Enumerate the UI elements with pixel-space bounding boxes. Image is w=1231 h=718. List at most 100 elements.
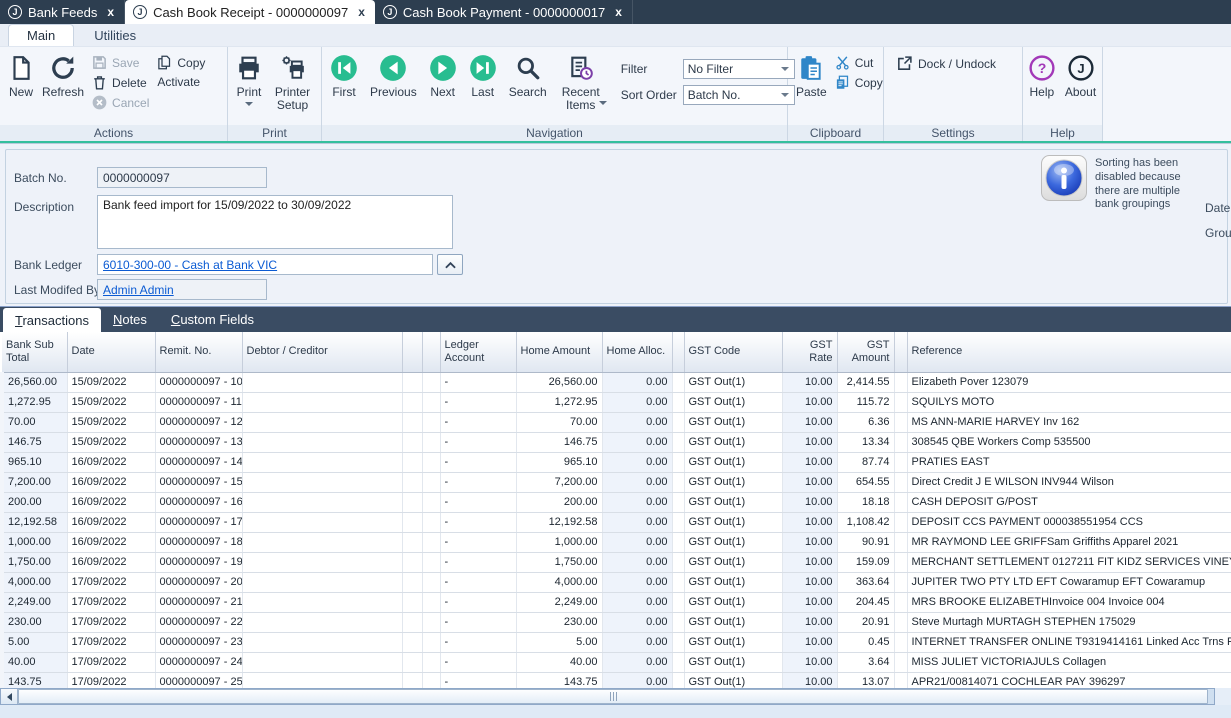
cell-remit-no[interactable]: 0000000097 - 16 xyxy=(155,492,242,512)
cell-home-alloc[interactable]: 0.00 xyxy=(602,592,672,612)
delete-button[interactable]: Delete xyxy=(92,75,149,90)
bank-ledger-link[interactable]: 6010-300-00 - Cash at Bank VIC xyxy=(103,258,277,272)
cell-debtor-creditor[interactable] xyxy=(242,372,402,392)
cell-gst-code[interactable]: GST Out(1) xyxy=(684,512,782,532)
cell-ledger-account[interactable]: - xyxy=(440,612,516,632)
cell-home-alloc[interactable]: 0.00 xyxy=(602,472,672,492)
cell-gst-amount[interactable]: 2,414.55 xyxy=(837,372,894,392)
cell-home-amount[interactable]: 200.00 xyxy=(516,492,602,512)
cell-date[interactable]: 15/09/2022 xyxy=(67,412,155,432)
cell-debtor-creditor[interactable] xyxy=(242,432,402,452)
cell-ledger-account[interactable]: - xyxy=(440,392,516,412)
cell-date[interactable]: 17/09/2022 xyxy=(67,612,155,632)
cell-gst-amount[interactable]: 363.64 xyxy=(837,572,894,592)
cell-ledger-account[interactable]: - xyxy=(440,652,516,672)
cell-gst-code[interactable]: GST Out(1) xyxy=(684,532,782,552)
table-row[interactable]: 1,000.0016/09/20220000000097 - 18-1,000.… xyxy=(2,532,1231,552)
cell-remit-no[interactable]: 0000000097 - 12 xyxy=(155,412,242,432)
cell-debtor-creditor[interactable] xyxy=(242,592,402,612)
cell-reference[interactable]: CASH DEPOSIT G/POST xyxy=(907,492,1231,512)
column-header-date[interactable]: Date xyxy=(67,332,155,372)
bank-ledger-field[interactable]: 6010-300-00 - Cash at Bank VIC xyxy=(97,254,433,275)
ribbon-tab-utilities[interactable]: Utilities xyxy=(76,25,154,46)
cell-gst-rate[interactable]: 10.00 xyxy=(782,372,837,392)
cut-button[interactable]: Cut xyxy=(835,55,883,70)
column-header-gst-amount[interactable]: GST Amount xyxy=(837,332,894,372)
cell-date[interactable]: 17/09/2022 xyxy=(67,572,155,592)
cell-home-alloc[interactable]: 0.00 xyxy=(602,572,672,592)
table-row[interactable]: 4,000.0017/09/20220000000097 - 20-4,000.… xyxy=(2,572,1231,592)
cell-bank-sub-total[interactable]: 1,750.00 xyxy=(2,552,67,572)
cell-reference[interactable]: Elizabeth Pover 123079 xyxy=(907,372,1231,392)
cell-debtor-creditor[interactable] xyxy=(242,392,402,412)
column-header-remit-no[interactable]: Remit. No. xyxy=(155,332,242,372)
cell-remit-no[interactable]: 0000000097 - 21 xyxy=(155,592,242,612)
cell-gst-rate[interactable]: 10.00 xyxy=(782,432,837,452)
cell-debtor-creditor[interactable] xyxy=(242,492,402,512)
cell-bank-sub-total[interactable]: 12,192.58 xyxy=(2,512,67,532)
cell-gst-amount[interactable]: 6.36 xyxy=(837,412,894,432)
cell-gst-code[interactable]: GST Out(1) xyxy=(684,432,782,452)
cell-home-amount[interactable]: 146.75 xyxy=(516,432,602,452)
cell-ledger-account[interactable]: - xyxy=(440,672,516,688)
cell-remit-no[interactable]: 0000000097 - 19 xyxy=(155,552,242,572)
ribbon-tab-main[interactable]: Main xyxy=(8,24,74,46)
cell-home-alloc[interactable]: 0.00 xyxy=(602,632,672,652)
cell-reference[interactable]: MERCHANT SETTLEMENT 0127211 FIT KIDZ SER… xyxy=(907,552,1231,572)
cell-reference[interactable]: SQUILYS MOTO xyxy=(907,392,1231,412)
cell-remit-no[interactable]: 0000000097 - 10 xyxy=(155,372,242,392)
table-row[interactable]: 965.1016/09/20220000000097 - 14-965.100.… xyxy=(2,452,1231,472)
cell-reference[interactable]: INTERNET TRANSFER ONLINE T9319414161 Lin… xyxy=(907,632,1231,652)
cell-gst-amount[interactable]: 3.64 xyxy=(837,652,894,672)
cell-remit-no[interactable]: 0000000097 - 14 xyxy=(155,452,242,472)
cell-gst-code[interactable]: GST Out(1) xyxy=(684,492,782,512)
column-header-home-alloc[interactable]: Home Alloc. xyxy=(602,332,672,372)
cell-gst-rate[interactable]: 10.00 xyxy=(782,672,837,688)
cell-remit-no[interactable]: 0000000097 - 24 xyxy=(155,652,242,672)
cell-gst-code[interactable]: GST Out(1) xyxy=(684,552,782,572)
cell-bank-sub-total[interactable]: 230.00 xyxy=(2,612,67,632)
cell-debtor-creditor[interactable] xyxy=(242,472,402,492)
last-button[interactable]: Last xyxy=(465,51,501,125)
column-header-ledger-account[interactable]: Ledger Account xyxy=(440,332,516,372)
refresh-button[interactable]: Refresh xyxy=(38,51,88,125)
cell-reference[interactable]: Steve Murtagh MURTAGH STEPHEN 175029 xyxy=(907,612,1231,632)
search-button[interactable]: Search xyxy=(505,51,551,125)
cell-home-alloc[interactable]: 0.00 xyxy=(602,612,672,632)
cell-home-alloc[interactable]: 0.00 xyxy=(602,552,672,572)
first-button[interactable]: First xyxy=(326,51,362,125)
cell-gst-rate[interactable]: 10.00 xyxy=(782,632,837,652)
previous-button[interactable]: Previous xyxy=(366,51,421,125)
cell-date[interactable]: 15/09/2022 xyxy=(67,372,155,392)
cell-bank-sub-total[interactable]: 143.75 xyxy=(2,672,67,688)
cell-bank-sub-total[interactable]: 4,000.00 xyxy=(2,572,67,592)
table-row[interactable]: 40.0017/09/20220000000097 - 24-40.000.00… xyxy=(2,652,1231,672)
cell-gst-rate[interactable]: 10.00 xyxy=(782,552,837,572)
cell-debtor-creditor[interactable] xyxy=(242,572,402,592)
cell-bank-sub-total[interactable]: 7,200.00 xyxy=(2,472,67,492)
column-header-bank-sub-total[interactable]: Bank Sub Total xyxy=(2,332,67,372)
cell-reference[interactable]: APR21/00814071 COCHLEAR PAY 396297 xyxy=(907,672,1231,688)
save-button[interactable]: Save xyxy=(92,55,149,70)
copy-button[interactable]: Copy xyxy=(157,55,205,70)
cell-gst-rate[interactable]: 10.00 xyxy=(782,572,837,592)
cell-date[interactable]: 16/09/2022 xyxy=(67,472,155,492)
cell-home-amount[interactable]: 1,000.00 xyxy=(516,532,602,552)
cell-gst-rate[interactable]: 10.00 xyxy=(782,532,837,552)
table-row[interactable]: 1,750.0016/09/20220000000097 - 19-1,750.… xyxy=(2,552,1231,572)
cell-remit-no[interactable]: 0000000097 - 18 xyxy=(155,532,242,552)
copy-button[interactable]: Copy xyxy=(835,75,883,90)
cell-home-amount[interactable]: 1,750.00 xyxy=(516,552,602,572)
tab-transactions[interactable]: Transactions xyxy=(3,308,101,332)
cell-home-amount[interactable]: 230.00 xyxy=(516,612,602,632)
help-button[interactable]: ? Help xyxy=(1025,51,1059,125)
table-row[interactable]: 200.0016/09/20220000000097 - 16-200.000.… xyxy=(2,492,1231,512)
cell-bank-sub-total[interactable]: 1,272.95 xyxy=(2,392,67,412)
cell-gst-amount[interactable]: 159.09 xyxy=(837,552,894,572)
table-row[interactable]: 5.0017/09/20220000000097 - 23-5.000.00GS… xyxy=(2,632,1231,652)
last-modified-link[interactable]: Admin Admin xyxy=(103,283,174,297)
cell-debtor-creditor[interactable] xyxy=(242,612,402,632)
cell-gst-code[interactable]: GST Out(1) xyxy=(684,672,782,688)
cell-gst-code[interactable]: GST Out(1) xyxy=(684,592,782,612)
cell-date[interactable]: 16/09/2022 xyxy=(67,492,155,512)
